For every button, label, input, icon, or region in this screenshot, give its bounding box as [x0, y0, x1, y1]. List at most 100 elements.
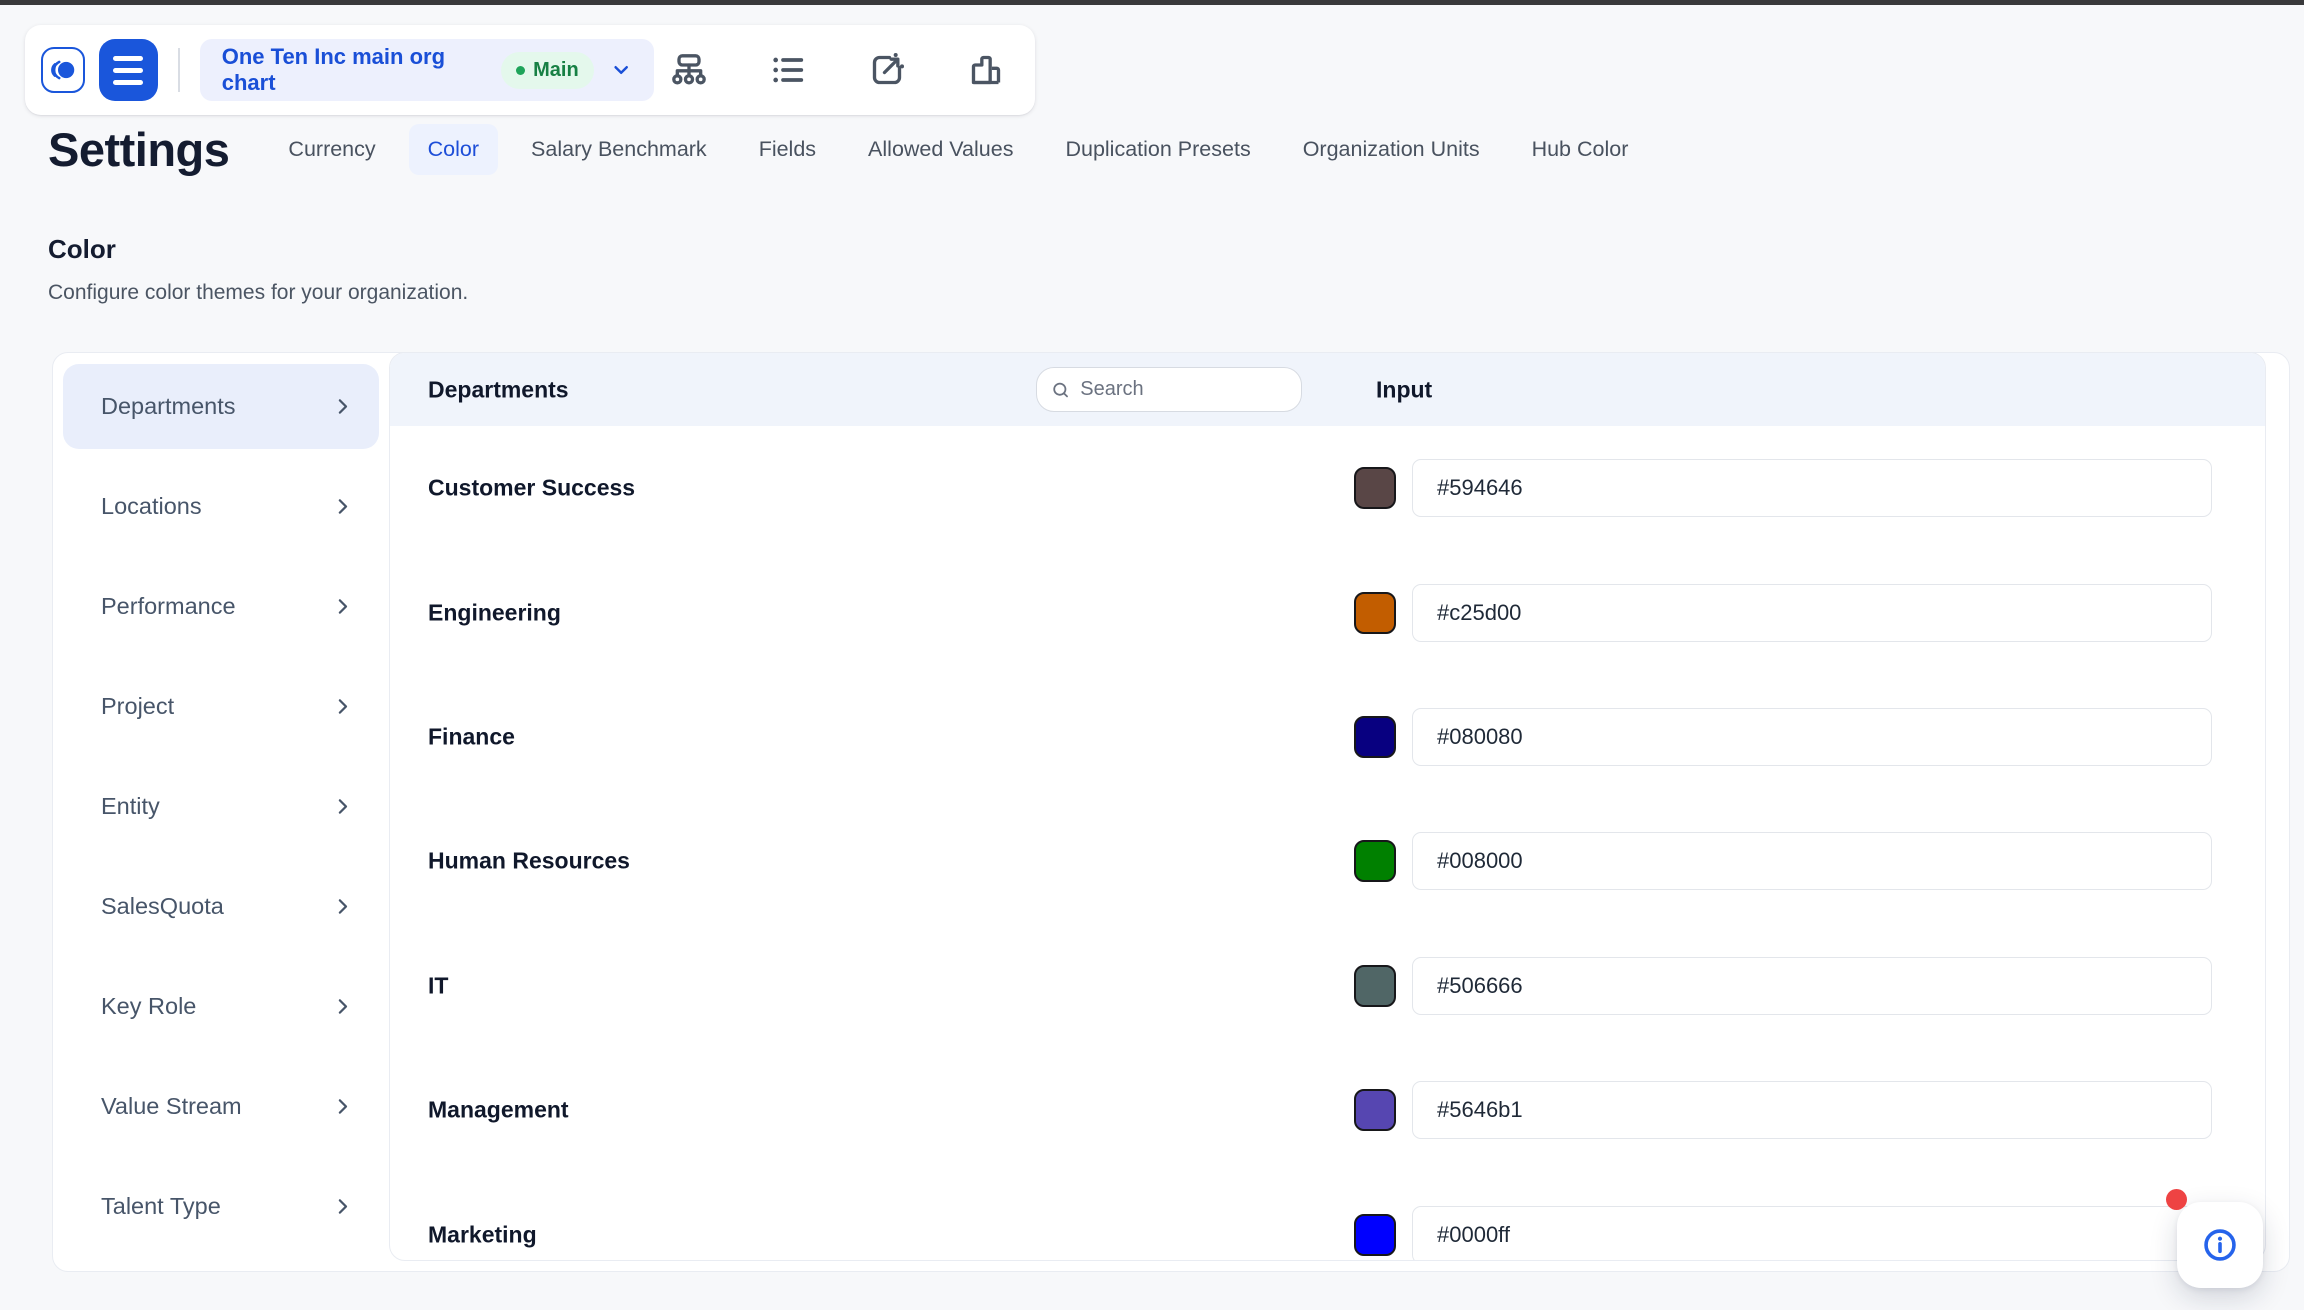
color-swatch[interactable] [1354, 840, 1396, 882]
department-name: Finance [428, 723, 515, 750]
settings-header: Settings Currency Color Salary Benchmark Fi… [48, 122, 1647, 177]
chevron-right-icon [332, 1096, 353, 1117]
sidebar-item-entity[interactable]: Entity [63, 764, 379, 849]
main-menu-button[interactable] [99, 39, 158, 101]
input-column-header: Input [1376, 376, 1432, 403]
departments-panel: Departments Input Customer Success Engine… [389, 352, 2266, 1261]
chevron-right-icon [332, 1196, 353, 1217]
tab-fields[interactable]: Fields [740, 124, 835, 175]
color-hex-input[interactable] [1412, 832, 2212, 890]
search-box[interactable] [1036, 367, 1302, 412]
color-settings-card: Departments Locations Performance Project En… [52, 352, 2290, 1272]
sidebar-item-project[interactable]: Project [63, 664, 379, 749]
sidebar-item-performance[interactable]: Performance [63, 564, 379, 649]
panel-header: Departments Input [390, 353, 2265, 426]
department-name: Management [428, 1097, 569, 1124]
department-row-management: Management [390, 1048, 2265, 1172]
tab-organization-units[interactable]: Organization Units [1284, 124, 1499, 175]
settings-tabs: Currency Color Salary Benchmark Fields Allow… [269, 124, 1647, 175]
tab-allowed-values[interactable]: Allowed Values [849, 124, 1032, 175]
search-input[interactable] [1080, 378, 1287, 401]
chevron-right-icon [332, 696, 353, 717]
sidebar-item-label: Talent Type [101, 1193, 221, 1220]
sidebar-item-label: SalesQuota [101, 893, 224, 920]
search-icon [1051, 379, 1070, 401]
top-toolbar: One Ten Inc main org chart Main [25, 25, 1035, 115]
category-sidebar: Departments Locations Performance Project En… [63, 364, 379, 1264]
sidebar-item-label: Entity [101, 793, 160, 820]
bar-chart-icon [966, 50, 1006, 90]
chevron-right-icon [332, 896, 353, 917]
section-title: Color [48, 234, 468, 265]
chevron-down-icon [610, 58, 632, 82]
color-swatch[interactable] [1354, 1089, 1396, 1131]
department-row-it: IT [390, 924, 2265, 1048]
color-section-header: Color Configure color themes for your or… [48, 234, 468, 305]
department-color-rows: Customer Success Engineering Finance Human … [390, 426, 2265, 1261]
color-hex-input[interactable] [1412, 584, 2212, 642]
sidebar-item-value-stream[interactable]: Value Stream [63, 1064, 379, 1149]
sidebar-item-label: Departments [101, 393, 236, 420]
sidebar-item-salesquota[interactable]: SalesQuota [63, 864, 379, 949]
main-branch-badge: Main [501, 52, 594, 89]
department-row-engineering: Engineering [390, 550, 2265, 674]
tab-hub-color[interactable]: Hub Color [1513, 124, 1648, 175]
department-row-customer-success: Customer Success [390, 426, 2265, 550]
hamburger-icon [113, 56, 143, 61]
color-hex-input[interactable] [1412, 1081, 2212, 1139]
department-name: Marketing [428, 1221, 537, 1248]
tab-currency[interactable]: Currency [269, 124, 394, 175]
department-row-human-resources: Human Resources [390, 799, 2265, 923]
info-icon [2202, 1227, 2238, 1263]
color-hex-input[interactable] [1412, 1206, 2212, 1261]
app-logo[interactable] [41, 47, 85, 93]
sidebar-item-label: Performance [101, 593, 236, 620]
color-hex-input[interactable] [1412, 459, 2212, 517]
sidebar-item-label: Locations [101, 493, 202, 520]
sidebar-item-departments[interactable]: Departments [63, 364, 379, 449]
tab-color[interactable]: Color [409, 124, 498, 175]
department-row-finance: Finance [390, 675, 2265, 799]
chevron-right-icon [332, 996, 353, 1017]
color-swatch[interactable] [1354, 965, 1396, 1007]
window-top-edge [0, 0, 2304, 5]
sidebar-item-talent-type[interactable]: Talent Type [63, 1164, 379, 1249]
department-name: Human Resources [428, 848, 630, 875]
chevron-right-icon [332, 596, 353, 617]
sidebar-item-locations[interactable]: Locations [63, 464, 379, 549]
org-chart-name: One Ten Inc main org chart [222, 44, 485, 96]
analytics-button[interactable] [965, 49, 1007, 91]
sidebar-item-key-role[interactable]: Key Role [63, 964, 379, 1049]
logo-icon [48, 55, 78, 85]
tab-duplication-presets[interactable]: Duplication Presets [1046, 124, 1269, 175]
section-description: Configure color themes for your organiza… [48, 281, 468, 305]
color-swatch[interactable] [1354, 716, 1396, 758]
department-name: IT [428, 972, 448, 999]
department-row-marketing: Marketing [390, 1172, 2265, 1261]
org-chart-view-button[interactable] [668, 49, 710, 91]
export-button[interactable] [866, 49, 908, 91]
page-title: Settings [48, 122, 229, 177]
color-hex-input[interactable] [1412, 957, 2212, 1015]
toolbar-icon-group [668, 49, 1007, 91]
color-swatch[interactable] [1354, 467, 1396, 509]
color-hex-input[interactable] [1412, 708, 2212, 766]
list-icon [768, 50, 808, 90]
toolbar-divider [178, 48, 180, 92]
chevron-right-icon [332, 396, 353, 417]
color-swatch[interactable] [1354, 592, 1396, 634]
department-name: Customer Success [428, 475, 635, 502]
sidebar-item-label: Key Role [101, 993, 196, 1020]
chevron-right-icon [332, 796, 353, 817]
info-button[interactable] [2177, 1202, 2263, 1288]
green-dot-icon [516, 66, 525, 75]
org-chart-selector[interactable]: One Ten Inc main org chart Main [200, 39, 654, 101]
org-chart-icon [669, 50, 709, 90]
tab-salary-benchmark[interactable]: Salary Benchmark [512, 124, 726, 175]
export-icon [867, 50, 907, 90]
chevron-right-icon [332, 496, 353, 517]
color-swatch[interactable] [1354, 1214, 1396, 1256]
panel-title: Departments [428, 376, 569, 403]
department-name: Engineering [428, 599, 561, 626]
list-view-button[interactable] [767, 49, 809, 91]
